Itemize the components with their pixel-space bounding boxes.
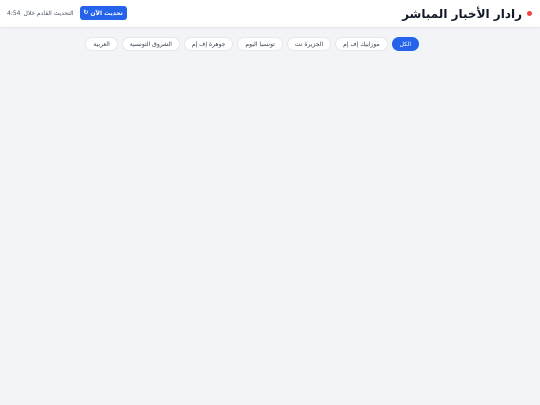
filter-chip-alchourouk[interactable]: الشروق التونسية bbox=[121, 37, 180, 51]
app-header: رادار الأخبار المباشر التحديث القادم خلا… bbox=[0, 0, 540, 27]
filter-chip-alarabiya[interactable]: العربية bbox=[85, 37, 118, 51]
brand: رادار الأخبار المباشر bbox=[402, 5, 532, 22]
live-indicator-icon bbox=[527, 11, 532, 16]
page-title: رادار الأخبار المباشر bbox=[402, 6, 522, 21]
filter-chip-aljazeera[interactable]: الجزيرة نت bbox=[286, 37, 332, 51]
news-feed-area bbox=[0, 60, 540, 405]
update-area: التحديث القادم خلال 4:54 تحديث الآن ↻ bbox=[7, 6, 127, 20]
next-update-countdown: 4:54 bbox=[7, 9, 21, 17]
next-update-label: التحديث القادم خلال bbox=[23, 9, 74, 17]
refresh-icon: ↻ bbox=[83, 9, 89, 16]
filter-chip-mosaique-fm[interactable]: موزاييك إف إم bbox=[335, 37, 388, 51]
refresh-now-button[interactable]: تحديث الآن ↻ bbox=[79, 6, 127, 20]
source-filter-bar: الكل موزاييك إف إم الجزيرة نت تونسيا الي… bbox=[85, 37, 419, 51]
refresh-button-label: تحديث الآن bbox=[90, 9, 123, 17]
filter-chip-tunisia-today[interactable]: تونسيا اليوم bbox=[237, 37, 283, 51]
next-update-text: التحديث القادم خلال 4:54 bbox=[7, 10, 74, 17]
filter-chip-jawhara-fm[interactable]: جوهرة إف إم bbox=[183, 37, 234, 51]
filter-chip-all[interactable]: الكل bbox=[391, 37, 419, 51]
